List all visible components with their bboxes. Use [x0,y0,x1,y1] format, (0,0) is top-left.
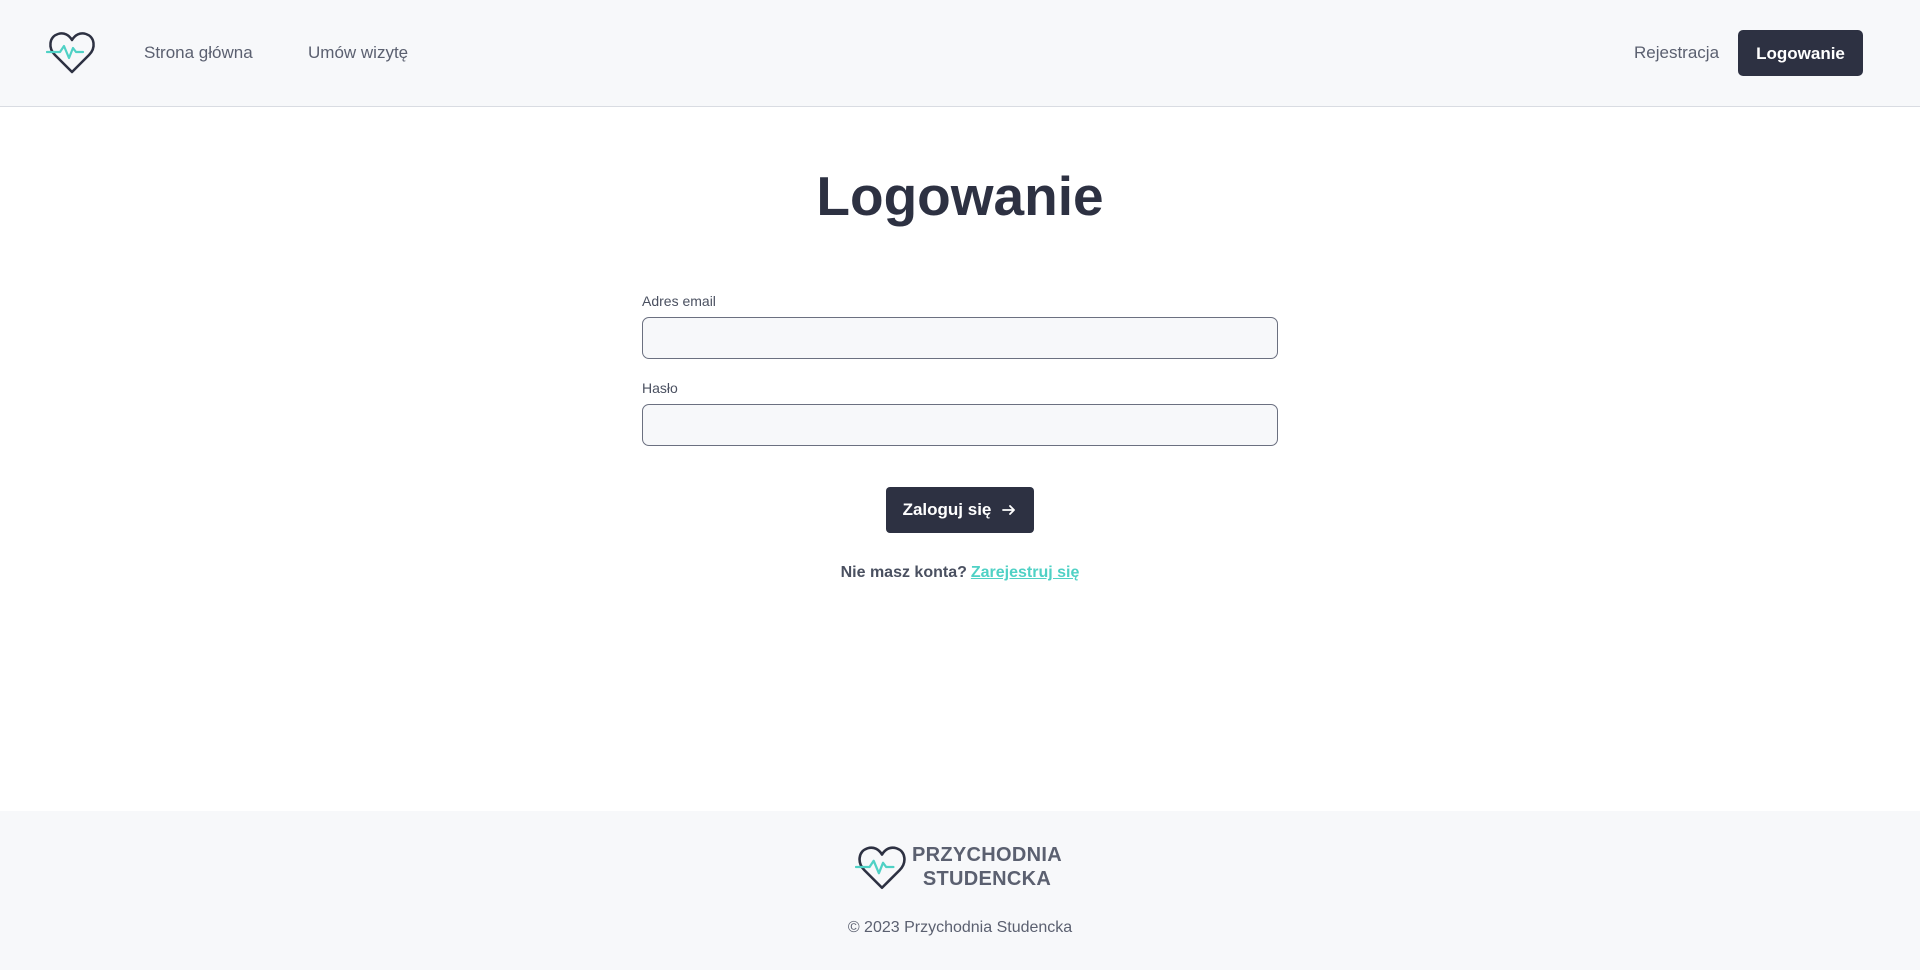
password-label: Hasło [642,380,678,396]
signup-prompt-text: Nie masz konta? [840,564,967,581]
nav-register-link[interactable]: Rejestracja [1634,42,1719,64]
login-submit-label: Zaloguj się [902,500,992,519]
footer-brand-line2: STUDENCKA [922,868,1052,890]
top-navbar: Strona główna Umów wizytę Rejestracja Lo… [0,0,1920,107]
password-input[interactable] [642,404,1278,446]
nav-book-visit-link[interactable]: Umów wizytę [308,42,408,64]
footer-brand: PRZYCHODNIA STUDENCKA [912,843,1062,891]
signup-prompt: Nie masz konta? Zarejestruj się [0,563,1920,583]
arrow-right-icon [1002,505,1016,515]
password-field-group: Hasło [642,379,1278,446]
email-label: Adres email [642,293,716,309]
email-input[interactable] [642,317,1278,359]
page-title: Logowanie [816,165,1104,227]
nav-login-button[interactable]: Logowanie [1738,30,1863,76]
email-field-group: Adres email [642,292,1278,359]
heart-pulse-icon[interactable] [46,28,98,76]
heart-pulse-icon [855,846,906,890]
login-submit-button[interactable]: Zaloguj się [886,487,1034,533]
login-form: Adres email Hasło [642,292,1278,446]
footer-copyright: © 2023 Przychodnia Studencka [847,919,1073,936]
nav-home-link[interactable]: Strona główna [144,42,253,64]
footer: PRZYCHODNIA STUDENCKA © 2023 Przychodnia… [0,811,1920,970]
signup-link[interactable]: Zarejestruj się [971,564,1080,581]
footer-brand-line1: PRZYCHODNIA [912,844,1062,866]
